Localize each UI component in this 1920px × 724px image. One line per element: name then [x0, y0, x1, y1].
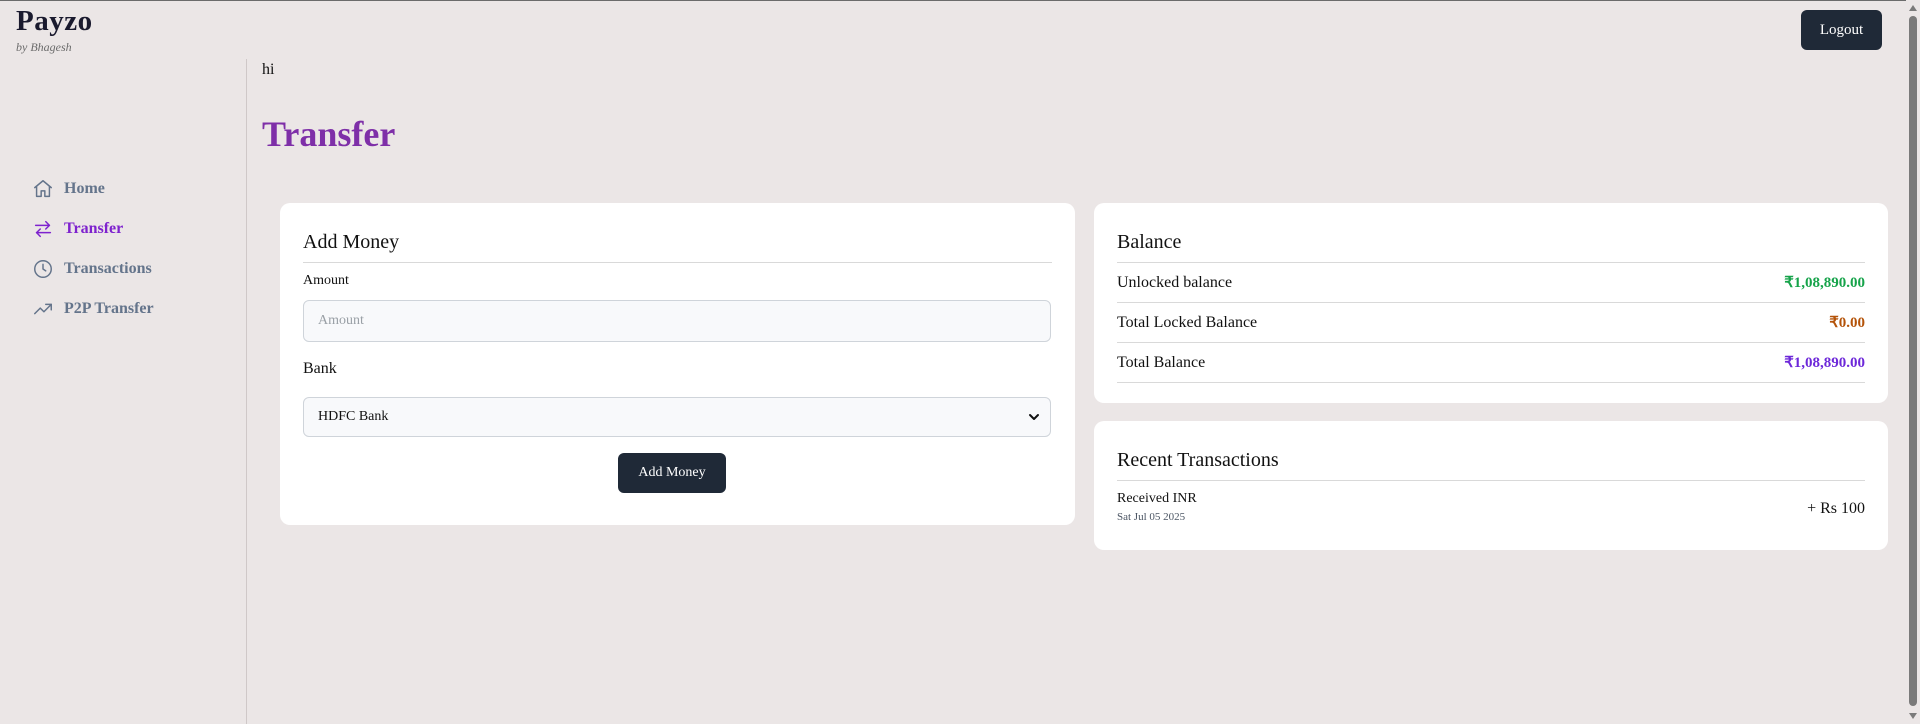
trending-up-icon — [32, 298, 54, 320]
balance-row-unlocked: Unlocked balance ₹1,08,890.00 — [1117, 263, 1865, 303]
balance-row-value: ₹0.00 — [1829, 315, 1865, 331]
brand-byline: by Bhagesh — [16, 40, 72, 54]
balance-row-label: Total Balance — [1117, 353, 1206, 371]
page-title: Transfer — [262, 114, 396, 154]
transaction-date: Sat Jul 05 2025 — [1117, 511, 1186, 523]
add-money-title: Add Money — [303, 231, 400, 253]
transfer-arrows-icon — [32, 218, 54, 240]
logout-button[interactable]: Logout — [1801, 10, 1882, 50]
sidebar-item-transactions[interactable]: Transactions — [32, 255, 152, 283]
sidebar-item-label: Transactions — [64, 260, 152, 277]
bank-select[interactable]: HDFC Bank — [303, 397, 1051, 437]
balance-row-label: Unlocked balance — [1117, 273, 1233, 291]
transaction-amount: + Rs 100 — [1807, 500, 1865, 517]
sidebar-item-home[interactable]: Home — [32, 175, 105, 203]
balance-row-label: Total Locked Balance — [1117, 313, 1258, 331]
transaction-item: Received INR Sat Jul 05 2025 + Rs 100 — [1117, 491, 1865, 531]
recent-transactions-title: Recent Transactions — [1117, 449, 1279, 471]
card-divider — [303, 262, 1052, 263]
sidebar-item-label: Home — [64, 180, 105, 197]
balance-card: Balance Unlocked balance ₹1,08,890.00 To… — [1094, 203, 1888, 403]
card-divider — [1117, 480, 1865, 481]
clock-icon — [32, 258, 54, 280]
add-money-card: Add Money Amount Bank HDFC Bank Add Mone… — [280, 203, 1075, 525]
greeting-text: hi — [262, 61, 275, 78]
chevron-down-icon — [1026, 409, 1042, 425]
bank-label: Bank — [303, 360, 337, 377]
scrollbar-thumb[interactable] — [1909, 16, 1917, 706]
scroll-up-arrow-icon[interactable] — [1906, 1, 1920, 15]
sidebar-item-p2p-transfer[interactable]: P2P Transfer — [32, 295, 154, 323]
amount-label: Amount — [303, 273, 349, 288]
recent-transactions-card: Recent Transactions Received INR Sat Jul… — [1094, 421, 1888, 550]
sidebar: Home Transfer Transactions P2P Transfer — [0, 59, 247, 724]
brand: Payzo by Bhagesh — [16, 4, 93, 54]
balance-row-locked: Total Locked Balance ₹0.00 — [1117, 303, 1865, 343]
vertical-scrollbar[interactable] — [1906, 0, 1920, 724]
balance-row-total: Total Balance ₹1,08,890.00 — [1117, 343, 1865, 383]
top-bar: Payzo by Bhagesh Logout — [0, 0, 1920, 60]
balance-title: Balance — [1117, 231, 1182, 253]
transaction-title: Received INR — [1117, 491, 1197, 506]
balance-row-value: ₹1,08,890.00 — [1784, 275, 1865, 291]
scroll-down-arrow-icon[interactable] — [1906, 709, 1920, 723]
sidebar-item-label: P2P Transfer — [64, 300, 154, 317]
home-icon — [32, 178, 54, 200]
brand-name: Payzo — [16, 5, 93, 37]
balance-row-value: ₹1,08,890.00 — [1784, 355, 1865, 371]
amount-input[interactable] — [303, 300, 1051, 342]
sidebar-item-label: Transfer — [64, 220, 124, 237]
sidebar-item-transfer[interactable]: Transfer — [32, 215, 123, 243]
bank-select-value: HDFC Bank — [318, 409, 389, 424]
add-money-button[interactable]: Add Money — [618, 453, 726, 493]
